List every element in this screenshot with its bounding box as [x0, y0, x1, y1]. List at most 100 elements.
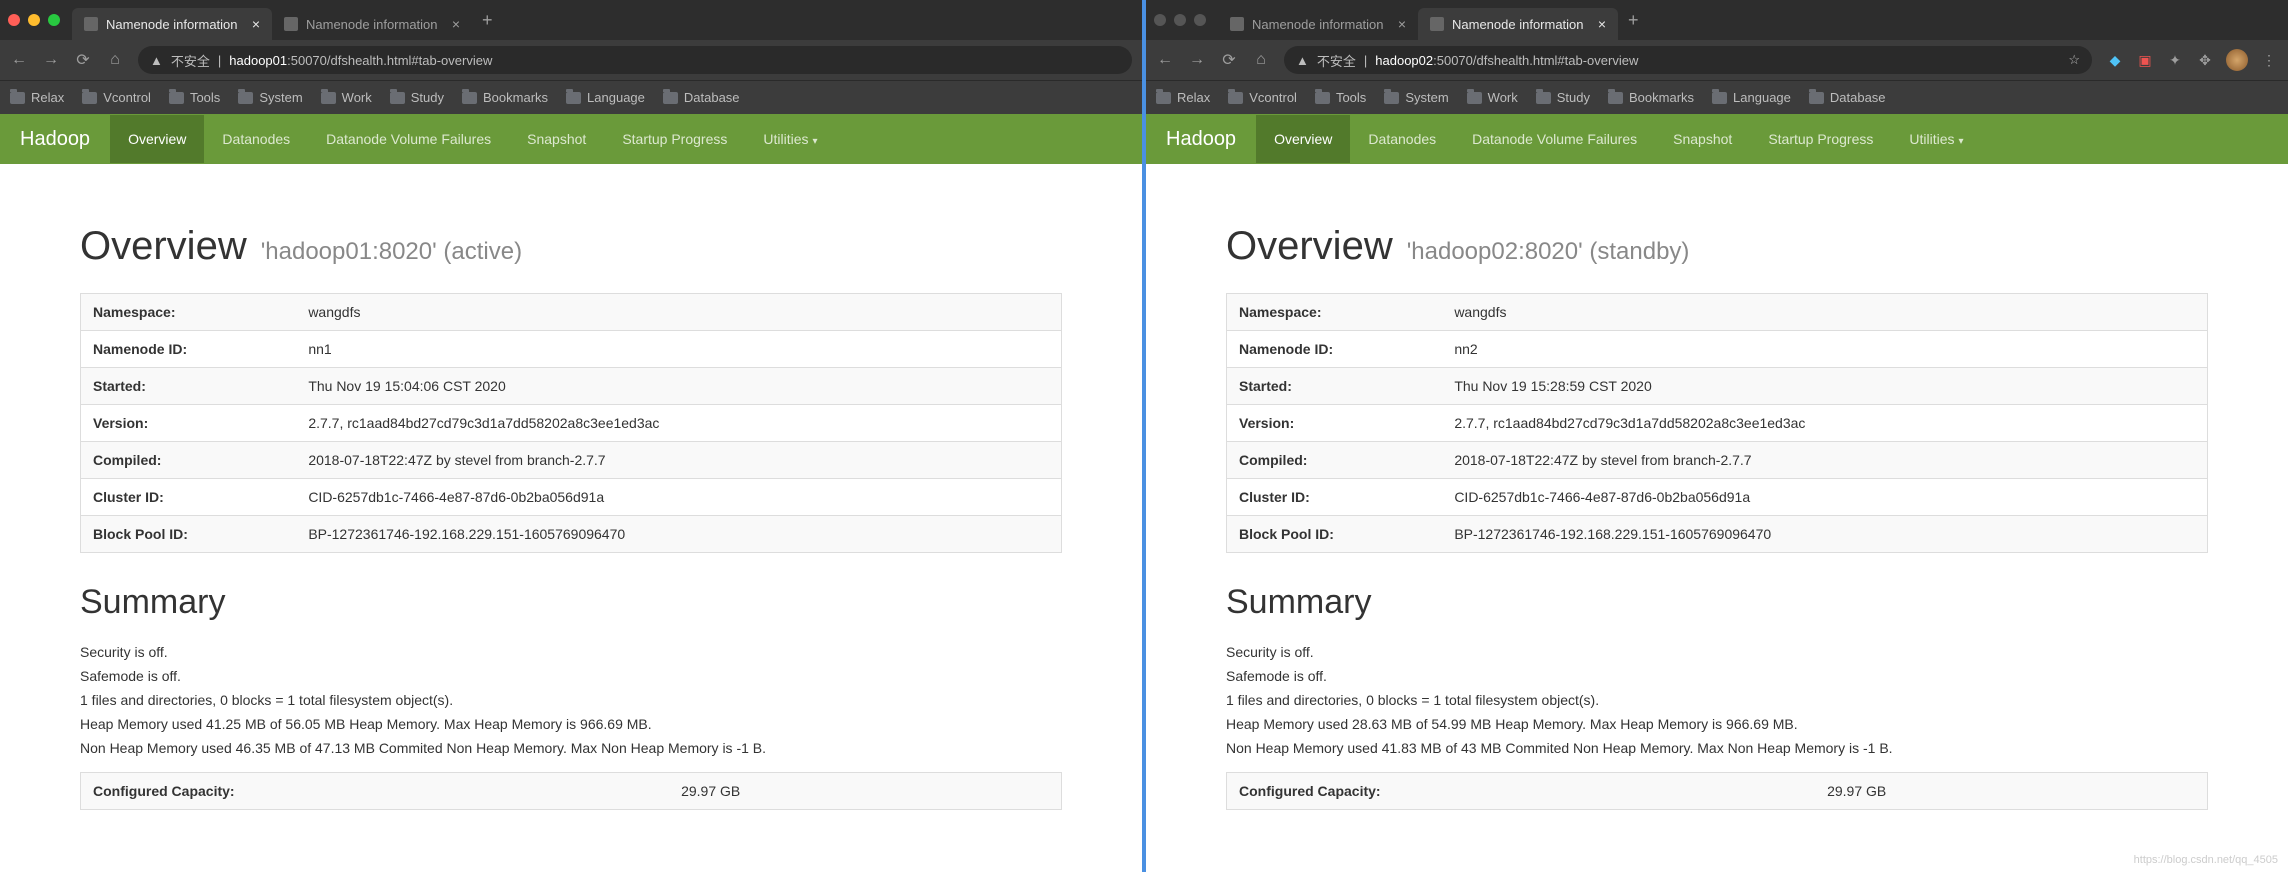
table-row: Configured Capacity:29.97 GB — [1227, 773, 2208, 810]
table-row: Version:2.7.7, rc1aad84bd27cd79c3d1a7dd5… — [1227, 405, 2208, 442]
nav-snapshot[interactable]: Snapshot — [509, 115, 604, 163]
page-content: Overview 'hadoop02:8020' (standby) Names… — [1146, 164, 2288, 872]
profile-avatar[interactable] — [2226, 49, 2248, 71]
bookmarks-bar: Relax Vcontrol Tools System Work Study B… — [0, 80, 1142, 114]
back-icon[interactable]: ← — [10, 51, 28, 69]
bookmark-folder[interactable]: Vcontrol — [1228, 90, 1297, 105]
bookmark-folder[interactable]: System — [1384, 90, 1448, 105]
browser-tab[interactable]: Namenode information × — [1418, 8, 1618, 40]
cell-value: wangdfs — [1442, 294, 2207, 331]
puzzle-icon[interactable]: ✥ — [2196, 51, 2214, 69]
forward-icon[interactable]: → — [42, 51, 60, 69]
cell-label: Cluster ID: — [1227, 479, 1443, 516]
watermark: https://blog.csdn.net/qq_4505 — [2134, 854, 2278, 866]
browser-tab[interactable]: Namenode information × — [272, 8, 472, 40]
close-icon[interactable]: × — [252, 16, 260, 32]
bookmark-folder[interactable]: Bookmarks — [1608, 90, 1694, 105]
bookmark-folder[interactable]: Work — [321, 90, 372, 105]
close-dot-icon[interactable] — [1154, 14, 1166, 26]
favicon-icon — [1430, 17, 1444, 31]
new-tab-button[interactable]: + — [472, 10, 503, 31]
table-row: Namespace:wangdfs — [81, 294, 1062, 331]
nav-startup[interactable]: Startup Progress — [604, 115, 745, 163]
bookmark-folder[interactable]: Language — [566, 90, 645, 105]
star-icon[interactable]: ☆ — [2068, 52, 2080, 68]
nav-volume-failures[interactable]: Datanode Volume Failures — [1454, 115, 1655, 163]
nav-utilities-label: Utilities — [1909, 131, 1954, 147]
nav-overview[interactable]: Overview — [110, 115, 204, 163]
page-content: Overview 'hadoop01:8020' (active) Namesp… — [0, 164, 1142, 872]
extension-icon[interactable]: ◆ — [2106, 51, 2124, 69]
close-icon[interactable]: × — [1598, 16, 1606, 32]
reload-icon[interactable]: ⟳ — [74, 50, 92, 70]
cell-value: 29.97 GB — [669, 773, 1061, 810]
bookmark-label: Language — [587, 90, 645, 105]
summary-line: Non Heap Memory used 46.35 MB of 47.13 M… — [80, 740, 1062, 756]
bookmark-folder[interactable]: Relax — [1156, 90, 1210, 105]
folder-icon — [1384, 92, 1399, 104]
folder-icon — [321, 92, 336, 104]
summary-line: Non Heap Memory used 41.83 MB of 43 MB C… — [1226, 740, 2208, 756]
home-icon[interactable]: ⌂ — [1252, 51, 1270, 69]
nav-utilities[interactable]: Utilities▾ — [1891, 115, 1981, 163]
toolbar: ← → ⟳ ⌂ ▲ 不安全 | hadoop02:50070/dfshealth… — [1146, 40, 2288, 80]
bookmark-folder[interactable]: Study — [1536, 90, 1590, 105]
close-icon[interactable]: × — [1398, 16, 1406, 32]
tab-title: Namenode information — [306, 17, 438, 32]
cell-value: 29.97 GB — [1815, 773, 2207, 810]
nav-overview[interactable]: Overview — [1256, 115, 1350, 163]
min-dot-icon[interactable] — [1174, 14, 1186, 26]
nav-startup[interactable]: Startup Progress — [1750, 115, 1891, 163]
extension-icon[interactable]: ✦ — [2166, 51, 2184, 69]
nav-datanodes[interactable]: Datanodes — [204, 115, 308, 163]
close-icon[interactable]: × — [452, 16, 460, 32]
browser-tab[interactable]: Namenode information × — [1218, 8, 1418, 40]
table-row: Configured Capacity:29.97 GB — [81, 773, 1062, 810]
toolbar: ← → ⟳ ⌂ ▲ 不安全 | hadoop01:50070/dfshealth… — [0, 40, 1142, 80]
cell-label: Block Pool ID: — [81, 516, 297, 553]
address-bar[interactable]: ▲ 不安全 | hadoop02:50070/dfshealth.html#ta… — [1284, 46, 2092, 74]
max-dot-icon[interactable] — [48, 14, 60, 26]
bookmark-folder[interactable]: Tools — [169, 90, 220, 105]
nav-utilities[interactable]: Utilities▾ — [745, 115, 835, 163]
bookmark-folder[interactable]: Tools — [1315, 90, 1366, 105]
bookmark-label: Study — [411, 90, 444, 105]
page-title: Overview — [1226, 224, 1393, 269]
home-icon[interactable]: ⌂ — [106, 51, 124, 69]
bookmark-label: Tools — [190, 90, 220, 105]
menu-icon[interactable]: ⋮ — [2260, 51, 2278, 69]
cell-value: nn1 — [296, 331, 1061, 368]
reload-icon[interactable]: ⟳ — [1220, 50, 1238, 70]
bookmark-folder[interactable]: Study — [390, 90, 444, 105]
extension-icon[interactable]: ▣ — [2136, 51, 2154, 69]
min-dot-icon[interactable] — [28, 14, 40, 26]
tab-title: Namenode information — [106, 17, 238, 32]
new-tab-button[interactable]: + — [1618, 10, 1649, 31]
brand-link[interactable]: Hadoop — [1166, 128, 1236, 151]
bookmark-folder[interactable]: Vcontrol — [82, 90, 151, 105]
bookmark-folder[interactable]: Bookmarks — [462, 90, 548, 105]
address-bar[interactable]: ▲ 不安全 | hadoop01:50070/dfshealth.html#ta… — [138, 46, 1132, 74]
brand-link[interactable]: Hadoop — [20, 128, 90, 151]
folder-icon — [1467, 92, 1482, 104]
bookmark-label: Bookmarks — [483, 90, 548, 105]
table-row: Block Pool ID:BP-1272361746-192.168.229.… — [1227, 516, 2208, 553]
nav-datanodes[interactable]: Datanodes — [1350, 115, 1454, 163]
back-icon[interactable]: ← — [1156, 51, 1174, 69]
max-dot-icon[interactable] — [1194, 14, 1206, 26]
page-subtitle: 'hadoop01:8020' (active) — [261, 238, 522, 266]
forward-icon[interactable]: → — [1188, 51, 1206, 69]
bookmark-label: Tools — [1336, 90, 1366, 105]
nav-volume-failures[interactable]: Datanode Volume Failures — [308, 115, 509, 163]
bookmark-folder[interactable]: Database — [1809, 90, 1886, 105]
bookmark-folder[interactable]: Relax — [10, 90, 64, 105]
cell-value: nn2 — [1442, 331, 2207, 368]
close-dot-icon[interactable] — [8, 14, 20, 26]
bookmark-folder[interactable]: Work — [1467, 90, 1518, 105]
bookmark-folder[interactable]: Database — [663, 90, 740, 105]
nav-snapshot[interactable]: Snapshot — [1655, 115, 1750, 163]
bookmark-folder[interactable]: Language — [1712, 90, 1791, 105]
bookmark-folder[interactable]: System — [238, 90, 302, 105]
cell-value: Thu Nov 19 15:28:59 CST 2020 — [1442, 368, 2207, 405]
browser-tab[interactable]: Namenode information × — [72, 8, 272, 40]
